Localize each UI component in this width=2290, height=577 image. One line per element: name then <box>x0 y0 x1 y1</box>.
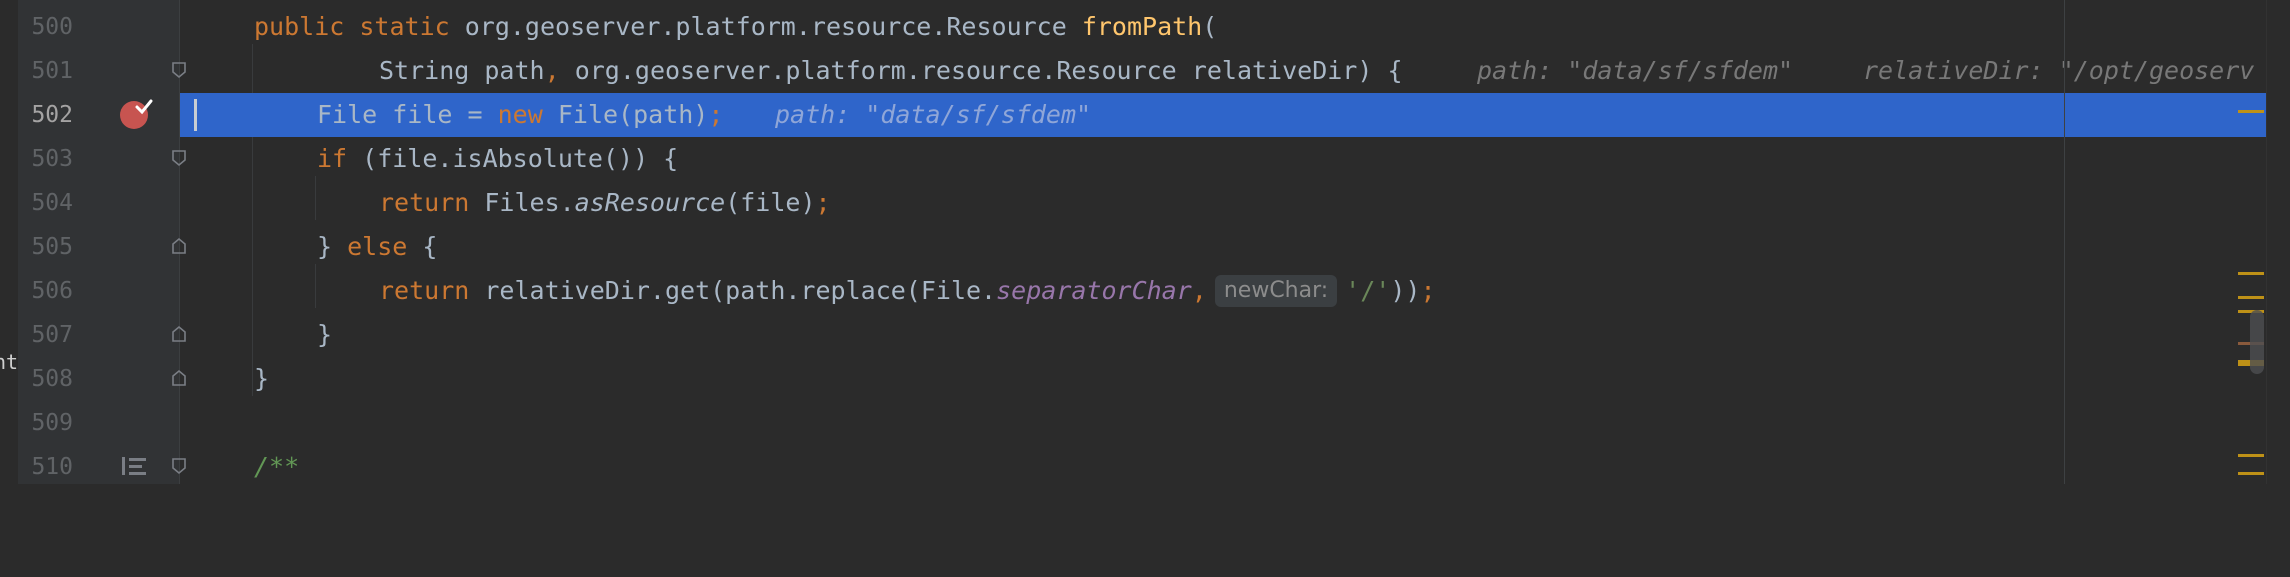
line-number-509[interactable]: 509 <box>18 401 73 445</box>
code-token: )) <box>1390 276 1421 305</box>
code-token: File file = <box>317 100 498 129</box>
code-token: ( <box>1202 12 1218 41</box>
render-doc-icon[interactable] <box>120 455 148 477</box>
code-line-500[interactable]: public static org.geoserver.platform.res… <box>180 5 2266 49</box>
line-number-504[interactable]: 504 <box>18 181 73 225</box>
text-caret <box>194 99 197 131</box>
code-token: } <box>317 232 348 261</box>
left-edge-strip: nt <box>0 0 19 484</box>
stripe-marker[interactable] <box>2238 472 2264 475</box>
line-number-506[interactable]: 506 <box>18 269 73 313</box>
code-token: ; <box>815 188 831 217</box>
code-line-503[interactable]: if (file.isAbsolute()) { <box>180 137 2266 181</box>
code-token: File(path) <box>557 100 709 129</box>
code-editor[interactable]: public static org.geoserver.platform.res… <box>180 0 2266 484</box>
line-number-501[interactable]: 501 <box>18 49 73 93</box>
doc-comment: /** <box>254 452 300 481</box>
code-token: new <box>497 100 558 129</box>
line-number-503[interactable]: 503 <box>18 137 73 181</box>
code-line-505[interactable]: } else { <box>180 225 2266 269</box>
code-line-504[interactable]: return Files.asResource(file); <box>180 181 2266 225</box>
code-token: String path <box>379 56 545 85</box>
vertical-scrollbar-thumb[interactable] <box>2250 310 2264 374</box>
line-number-507[interactable]: 507 <box>18 313 73 357</box>
inline-debug-value: path: "data/sf/sfdem" <box>775 100 1092 129</box>
inline-debug-value: relativeDir: "/opt/geoserv <box>1863 56 2255 85</box>
code-line-507[interactable]: } <box>180 313 2266 357</box>
breakpoint-check-icon <box>135 99 153 115</box>
line-number-500[interactable]: 500 <box>18 5 73 49</box>
code-token: return <box>379 276 485 305</box>
code-line-509[interactable] <box>180 401 2266 445</box>
code-token: org.geoserver.platform.resource.Resource… <box>574 56 1403 85</box>
code-token: relativeDir.get(path.replace(File. <box>484 276 997 305</box>
code-token: else <box>347 232 423 261</box>
code-line-501[interactable]: String path, org.geoserver.platform.reso… <box>180 49 2266 93</box>
inline-debug-value: path: "data/sf/sfdem" <box>1477 56 1794 85</box>
code-token: , <box>544 56 575 85</box>
code-line-508[interactable]: } <box>180 357 2266 401</box>
code-token: ; <box>1420 276 1436 305</box>
code-token: (file) <box>725 188 816 217</box>
code-token: org.geoserver.platform.resource.Resource <box>464 12 1082 41</box>
code-token: } <box>254 364 270 393</box>
code-token: return <box>379 188 485 217</box>
code-token: ; <box>708 100 724 129</box>
code-token: public static <box>254 12 465 41</box>
code-token: if <box>317 144 363 173</box>
method-name: fromPath <box>1081 12 1203 41</box>
parameter-name-hint: newChar: <box>1214 275 1338 307</box>
code-token: asResource <box>574 188 726 217</box>
stripe-marker[interactable] <box>2238 454 2264 457</box>
line-number-505[interactable]: 505 <box>18 225 73 269</box>
stripe-marker[interactable] <box>2238 272 2264 275</box>
line-number-502[interactable]: 502 <box>18 93 73 137</box>
code-token: } <box>317 320 333 349</box>
stripe-marker[interactable] <box>2238 296 2264 299</box>
code-line-506[interactable]: return relativeDir.get(path.replace(File… <box>180 269 2266 313</box>
error-stripe[interactable] <box>2266 0 2290 484</box>
code-token: separatorChar <box>996 276 1192 305</box>
line-number-508[interactable]: 508 <box>18 357 73 401</box>
code-line-502-execution-point[interactable]: File file = new File(path); path: "data/… <box>180 93 2266 137</box>
code-line-510[interactable]: /** <box>180 445 2266 489</box>
right-margin-guide <box>2064 0 2065 484</box>
code-token: '/' <box>1345 276 1391 305</box>
line-number-510[interactable]: 510 <box>18 445 73 489</box>
code-token: { <box>422 232 438 261</box>
code-token: (file.isAbsolute()) { <box>362 144 679 173</box>
code-token: Files. <box>484 188 575 217</box>
code-token: , <box>1191 276 1207 305</box>
clipped-edge-text: nt <box>0 350 19 374</box>
stripe-marker[interactable] <box>2238 110 2264 113</box>
